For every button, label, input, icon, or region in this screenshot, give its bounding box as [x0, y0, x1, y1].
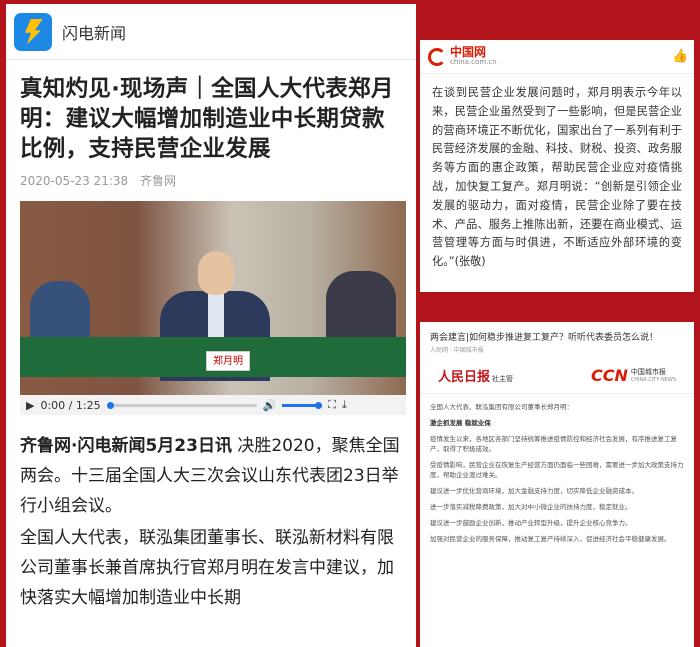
app-name: 闪电新闻	[62, 23, 127, 43]
volume-icon[interactable]: 🔊	[263, 399, 277, 412]
video-controls: ▶ 0:00 / 1:25 🔊 ⛶ ⤓	[20, 395, 406, 415]
download-icon[interactable]: ⤓	[342, 398, 347, 412]
media-logos: 人民日报 社主管 CCN 中国城市报 CHINA CITY NEWS	[420, 354, 694, 394]
ccn-paragraph: 进一步落实减税降费政策，加大对中小微企业的扶持力度，稳定就业。	[430, 503, 632, 511]
lightning-logo-icon	[14, 12, 52, 51]
ccn-paragraph: 建议进一步鼓励企业创新，推动产业转型升级，提升企业核心竞争力。	[430, 519, 632, 527]
china-net-logo-icon	[428, 47, 446, 66]
china-net-text: 在谈到民营企业发展问题时，郑月明表示今年以来，民营企业虽然受到了一些影响，但是民…	[432, 86, 682, 269]
china-net-panel: 中国网 china.com.cn 👍 在谈到民营企业发展问题时，郑月明表示今年以…	[420, 40, 694, 292]
peoples-daily-logo: 人民日报 社主管	[438, 370, 514, 385]
article-panel: 闪电新闻 真知灼见·现场声｜全国人大代表郑月明：建议大幅增加制造业中长期贷款比例…	[6, 4, 416, 647]
ccn-logo: CCN 中国城市报 CHINA CITY NEWS	[590, 366, 676, 385]
article-meta: 2020-05-23 21:38 齐鲁网	[20, 172, 402, 189]
ccn-panel: 两会建言|如何稳步推进复工复产？听听代表委员怎么说！ 人民网 · 中国城市报 人…	[420, 322, 694, 647]
ccn-subtitle: 人民网 · 中国城市报	[430, 347, 484, 354]
article-body: 齐鲁网·闪电新闻5月23日讯 决胜2020，聚焦全国两会。十三届全国人大三次会议…	[20, 431, 402, 613]
ccn-intro: 全国人大代表、联泓集团有限公司董事长郑月明：	[430, 403, 573, 411]
article-source: 齐鲁网	[139, 174, 176, 188]
ccn-paragraph: 受疫情影响，民营企业在恢复生产经营方面仍面临一些困难，需要进一步加大政策支持力度…	[430, 461, 684, 479]
ccn-body: 全国人大代表、联泓集团有限公司董事长郑月明： 激企抓发展 稳就业保 疫情发生以来…	[420, 394, 694, 544]
ccn-paragraph: 建议进一步优化营商环境，加大金融支持力度，切实降低企业融资成本。	[430, 487, 638, 495]
video-nameplate: 郑月明	[206, 351, 250, 371]
article-lead: 齐鲁网·闪电新闻5月23日讯	[20, 436, 232, 456]
ccn-paragraph: 疫情发生以来，各地区各部门坚持统筹推进疫情防控和经济社会发展，有序推进复工复产，…	[430, 435, 677, 453]
video-player[interactable]: 郑月明 ▶ 0:00 / 1:25 🔊 ⛶ ⤓	[20, 201, 406, 415]
article-paragraph: 齐鲁网·闪电新闻5月23日讯 决胜2020，聚焦全国两会。十三届全国人大三次会议…	[20, 436, 400, 516]
publish-date: 2020-05-23 21:38	[20, 174, 129, 188]
thumbs-up-icon[interactable]: 👍	[672, 49, 688, 64]
video-time: 0:00 / 1:25	[40, 398, 101, 412]
china-net-name: 中国网	[450, 44, 487, 59]
china-net-header: 中国网 china.com.cn 👍	[420, 40, 694, 74]
screenshot-root: 闪电新闻 真知灼见·现场声｜全国人大代表郑月明：建议大幅增加制造业中长期贷款比例…	[0, 0, 700, 647]
china-net-domain: china.com.cn	[450, 57, 497, 66]
play-icon[interactable]: ▶	[26, 399, 34, 412]
volume-slider[interactable]	[282, 401, 323, 409]
ccn-bold-line: 激企抓发展 稳就业保	[430, 419, 491, 427]
fullscreen-icon[interactable]: ⛶	[328, 398, 336, 412]
ccn-title: 两会建言|如何稳步推进复工复产？听听代表委员怎么说！	[430, 333, 659, 343]
article-paragraph: 全国人大代表，联泓集团董事长、联泓新材料有限公司董事长兼首席执行官郑月明在发言中…	[20, 528, 394, 608]
video-progress-bar[interactable]	[106, 401, 257, 409]
app-header: 闪电新闻	[6, 4, 416, 60]
ccn-paragraph: 加强对民营企业的服务保障，推动复工复产持续深入，促进经济社会平稳健康发展。	[430, 535, 671, 543]
article-headline: 真知灼见·现场声｜全国人大代表郑月明：建议大幅增加制造业中长期贷款比例，支持民营…	[20, 76, 394, 162]
